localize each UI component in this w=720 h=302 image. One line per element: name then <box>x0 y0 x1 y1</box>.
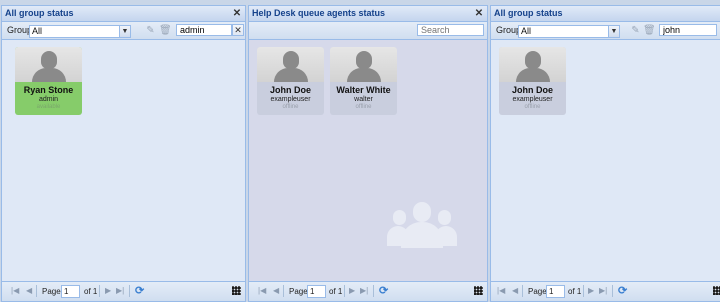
avatar <box>499 47 566 82</box>
agent-username: exampleuser <box>512 96 553 103</box>
avatar <box>15 47 82 82</box>
panel-title: All group status <box>494 8 563 18</box>
queue-agents-panel: Help Desk queue agents status ✕ John Doe… <box>248 5 488 302</box>
prev-page-icon[interactable]: ◀ <box>26 286 32 295</box>
last-page-icon[interactable]: ▶| <box>360 286 368 295</box>
group-select-value: All <box>32 26 43 36</box>
close-icon[interactable]: ✕ <box>232 6 242 20</box>
divider <box>36 285 37 297</box>
agent-card[interactable]: John Doe exampleuser offline <box>257 47 324 115</box>
agent-status: offline <box>282 104 299 110</box>
grid-icon[interactable] <box>474 286 483 295</box>
panel-header: Help Desk queue agents status ✕ <box>249 6 487 22</box>
agent-status: offline <box>355 104 372 110</box>
agent-card[interactable]: John Doe exampleuser offline <box>499 47 566 115</box>
divider <box>344 285 345 297</box>
group-watermark-icon <box>387 202 457 252</box>
agent-username: walter <box>354 96 373 103</box>
group-select-value: All <box>521 26 532 36</box>
page-number-input[interactable]: 1 <box>307 285 326 298</box>
panel-toolbar: Group: All ▼ ✎ 🗑 <box>491 22 720 40</box>
divider <box>373 285 374 297</box>
divider <box>522 285 523 297</box>
agent-name: John Doe <box>511 85 553 95</box>
divider <box>583 285 584 297</box>
page-count: of 1 <box>329 287 343 296</box>
grid-icon[interactable] <box>232 286 241 295</box>
refresh-icon[interactable]: ⟳ <box>379 284 388 297</box>
panel-title: Help Desk queue agents status <box>252 8 386 18</box>
next-page-icon[interactable]: ▶ <box>105 286 111 295</box>
agent-name: John Doe <box>269 85 311 95</box>
group-status-panel: All group status Group: All ▼ ✎ 🗑 John D… <box>490 5 720 302</box>
agents-area: John Doe exampleuser offline <box>491 39 720 282</box>
divider <box>99 285 100 297</box>
panel-title: All group status <box>5 8 74 18</box>
pagination-bar: |◀ ◀ Page 1 of 1 ▶ ▶| ⟳ <box>249 281 487 301</box>
page-count: of 1 <box>568 287 582 296</box>
chevron-down-icon[interactable]: ▼ <box>608 26 619 37</box>
close-icon[interactable]: ✕ <box>474 6 484 20</box>
search-input[interactable] <box>176 24 232 36</box>
page-label: Page <box>289 287 308 296</box>
grid-icon[interactable] <box>713 286 720 295</box>
agent-status: available <box>36 104 61 110</box>
group-status-panel: All group status ✕ Group: All ▼ ✎ 🗑 ✕ Ry… <box>1 5 246 302</box>
divider <box>283 285 284 297</box>
search-input[interactable] <box>417 24 484 36</box>
agents-area: John Doe exampleuser offline Walter Whit… <box>249 39 487 282</box>
panel-header: All group status <box>491 6 720 22</box>
trash-icon[interactable]: 🗑 <box>159 25 172 36</box>
refresh-icon[interactable]: ⟳ <box>135 284 144 297</box>
agent-name: Walter White <box>336 85 391 95</box>
page-label: Page <box>42 287 61 296</box>
next-page-icon[interactable]: ▶ <box>349 286 355 295</box>
agent-card[interactable]: Ryan Stone admin available <box>15 47 82 115</box>
pagination-bar: |◀ ◀ Page 1 of 1 ▶ ▶| ⟳ <box>2 281 245 301</box>
page-count: of 1 <box>84 287 98 296</box>
divider <box>612 285 613 297</box>
next-page-icon[interactable]: ▶ <box>588 286 594 295</box>
pagination-bar: |◀ ◀ Page 1 of 1 ▶ ▶| ⟳ <box>491 281 720 301</box>
edit-icon[interactable]: ✎ <box>630 25 641 36</box>
agent-card[interactable]: Walter White walter offline <box>330 47 397 115</box>
prev-page-icon[interactable]: ◀ <box>512 286 518 295</box>
panel-header: All group status ✕ <box>2 6 245 22</box>
page-number-input[interactable]: 1 <box>61 285 80 298</box>
avatar <box>257 47 324 82</box>
panel-toolbar <box>249 22 487 40</box>
chevron-down-icon[interactable]: ▼ <box>119 26 130 37</box>
divider <box>129 285 130 297</box>
agent-name: Ryan Stone <box>23 85 74 95</box>
agent-status: offline <box>524 104 541 110</box>
agent-username: exampleuser <box>270 96 311 103</box>
agents-area: Ryan Stone admin available <box>2 39 245 282</box>
page-label: Page <box>528 287 547 296</box>
last-page-icon[interactable]: ▶| <box>116 286 124 295</box>
page-number-input[interactable]: 1 <box>546 285 565 298</box>
first-page-icon[interactable]: |◀ <box>11 286 19 295</box>
trash-icon[interactable]: 🗑 <box>643 25 656 36</box>
agent-username: admin <box>38 96 59 103</box>
clear-search-icon[interactable]: ✕ <box>232 24 244 36</box>
edit-icon[interactable]: ✎ <box>145 25 156 36</box>
last-page-icon[interactable]: ▶| <box>599 286 607 295</box>
first-page-icon[interactable]: |◀ <box>258 286 266 295</box>
prev-page-icon[interactable]: ◀ <box>273 286 279 295</box>
search-input[interactable] <box>659 24 717 36</box>
refresh-icon[interactable]: ⟳ <box>618 284 627 297</box>
group-select[interactable]: All ▼ <box>518 25 620 38</box>
group-select[interactable]: All ▼ <box>29 25 131 38</box>
first-page-icon[interactable]: |◀ <box>497 286 505 295</box>
avatar <box>330 47 397 82</box>
panel-toolbar: Group: All ▼ ✎ 🗑 ✕ <box>2 22 245 40</box>
